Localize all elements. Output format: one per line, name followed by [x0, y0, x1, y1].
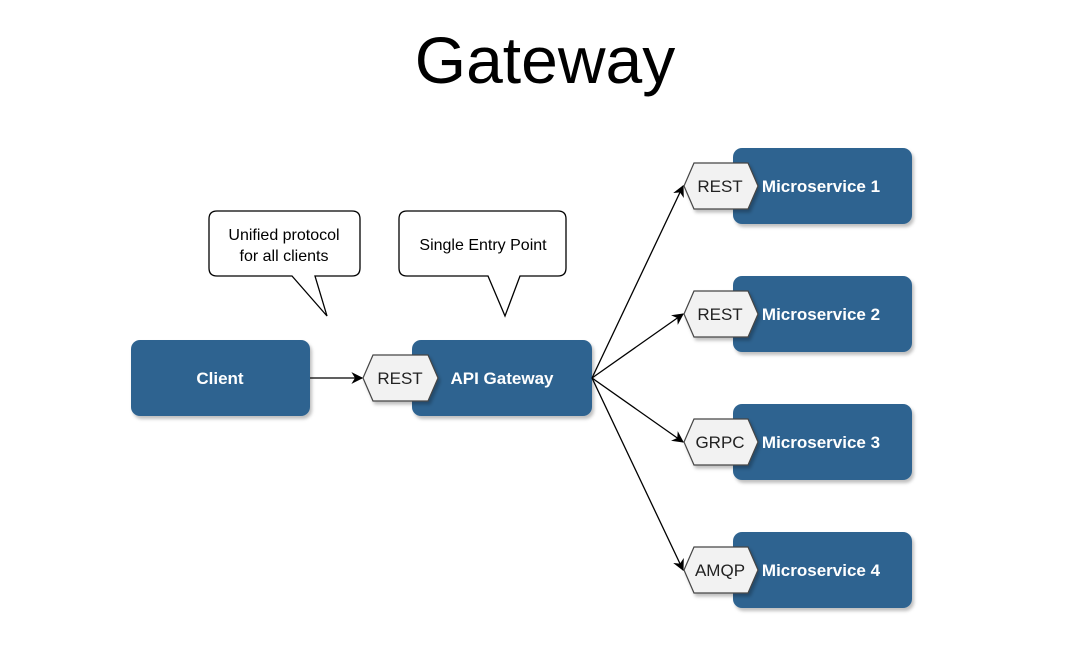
- callout-line: Single Entry Point: [419, 237, 547, 254]
- microservice-port: REST: [683, 162, 759, 210]
- diagram-canvas: Unified protocol for all clients Single …: [131, 148, 912, 608]
- callout-single-entry-point: Single Entry Point: [398, 210, 567, 318]
- microservice-label: Microservice 3: [762, 433, 880, 452]
- microservice-port: REST: [683, 290, 759, 338]
- microservice-label: Microservice 2: [762, 305, 880, 324]
- edge-gateway-service-1: [591, 184, 684, 379]
- client-label: Client: [196, 369, 244, 388]
- microservice-2-node[interactable]: Microservice 2 REST: [683, 276, 912, 352]
- protocol-label: REST: [697, 305, 742, 324]
- callout-line: Unified protocol: [228, 227, 339, 244]
- microservice-label: Microservice 4: [762, 561, 881, 580]
- edge-gateway-service-2: [591, 313, 684, 379]
- gateway-protocol-label: REST: [377, 369, 422, 388]
- edge-gateway-service-3: [591, 377, 684, 443]
- microservice-port: AMQP: [683, 546, 759, 594]
- protocol-label: GRPC: [695, 433, 744, 452]
- microservice-label: Microservice 1: [762, 177, 880, 196]
- callout-line: for all clients: [240, 248, 329, 265]
- client-node[interactable]: Client: [131, 340, 310, 416]
- microservice-3-node[interactable]: Microservice 3 GRPC: [683, 404, 912, 480]
- edge-gateway-service-4: [591, 377, 684, 572]
- microservice-4-node[interactable]: Microservice 4 AMQP: [683, 532, 912, 608]
- api-gateway-node[interactable]: API Gateway REST: [362, 340, 592, 416]
- callout-unified-protocol: Unified protocol for all clients: [208, 210, 361, 317]
- microservice-1-node[interactable]: Microservice 1 REST: [683, 148, 912, 224]
- protocol-label: REST: [697, 177, 742, 196]
- api-gateway-label: API Gateway: [451, 369, 555, 388]
- microservice-port: GRPC: [683, 418, 759, 466]
- gateway-port: REST: [362, 354, 439, 402]
- protocol-label: AMQP: [695, 561, 745, 580]
